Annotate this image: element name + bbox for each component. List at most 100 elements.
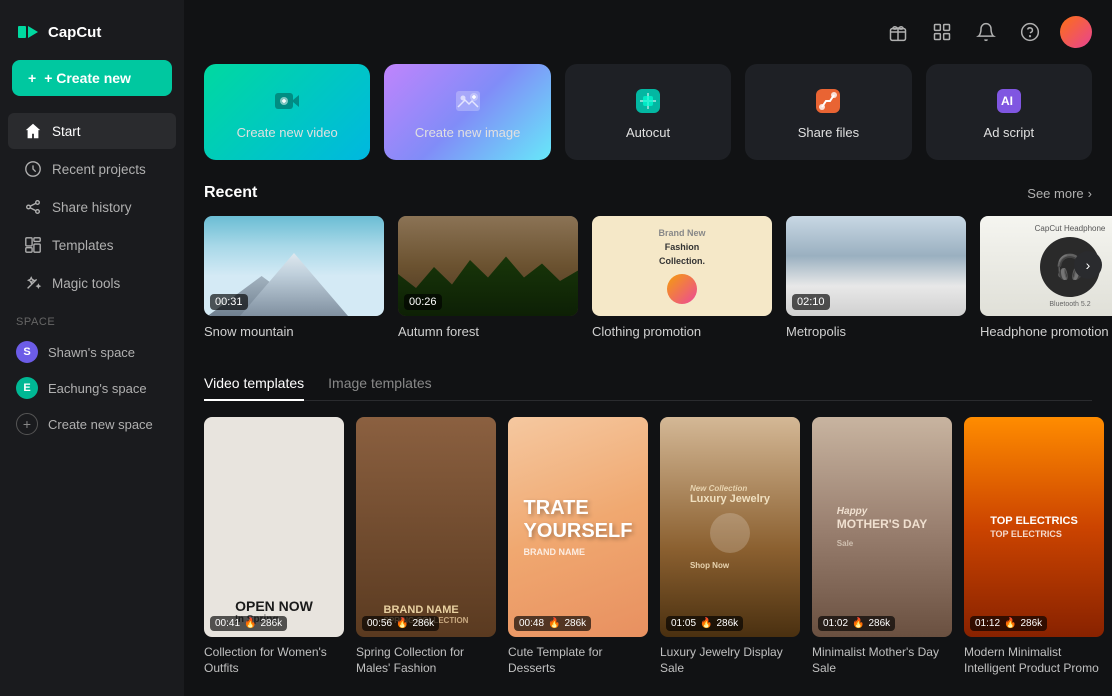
autocut-label: Autocut bbox=[626, 125, 670, 140]
ad-script-card[interactable]: AI Ad script bbox=[926, 64, 1092, 160]
tpl4-thumb: New Collection Luxury Jewelry Shop Now 0… bbox=[660, 417, 800, 637]
template-grid: OPEN NOW In Spring 00:41 🔥 286k Collecti… bbox=[204, 417, 1092, 676]
create-space-label: Create new space bbox=[48, 417, 153, 432]
sidebar-recent-label: Recent projects bbox=[52, 162, 146, 177]
tpl6-badge: 01:12 🔥 286k bbox=[970, 616, 1047, 631]
recent-item-autumn-forest[interactable]: 00:26 Autumn forest bbox=[398, 216, 578, 339]
recent-scroll-next[interactable]: › bbox=[1074, 251, 1102, 279]
template-icon bbox=[24, 236, 42, 254]
template-item-tpl2[interactable]: BRAND NAME SPRING COLLECTION 00:56 🔥 286… bbox=[356, 417, 496, 676]
shawn-space-label: Shawn's space bbox=[48, 345, 135, 360]
space-label: SPACE bbox=[0, 302, 184, 334]
recent-item-metropolis[interactable]: 02:10 Metropolis bbox=[786, 216, 966, 339]
autocut-icon bbox=[632, 85, 664, 117]
help-button[interactable] bbox=[1016, 18, 1044, 46]
sidebar-item-magic-tools[interactable]: Magic tools bbox=[8, 265, 176, 301]
tpl5-badge: 01:02 🔥 286k bbox=[818, 616, 895, 631]
share-files-icon bbox=[812, 85, 844, 117]
gift-button[interactable] bbox=[884, 18, 912, 46]
header-row bbox=[204, 16, 1092, 48]
fire-icon: 🔥 bbox=[852, 618, 864, 629]
snow-mountain-duration: 00:31 bbox=[210, 294, 248, 310]
recent-item-snow-mountain[interactable]: 00:31 Snow mountain bbox=[204, 216, 384, 339]
tpl1-badge: 00:41 🔥 286k bbox=[210, 616, 287, 631]
bell-button[interactable] bbox=[972, 18, 1000, 46]
template-item-tpl3[interactable]: TRATE YOURSELF BRAND NAME 00:48 🔥 286k C… bbox=[508, 417, 648, 676]
home-icon bbox=[24, 122, 42, 140]
fire-icon: 🔥 bbox=[396, 618, 408, 629]
template-item-tpl1[interactable]: OPEN NOW In Spring 00:41 🔥 286k Collecti… bbox=[204, 417, 344, 676]
eachung-space-label: Eachung's space bbox=[48, 381, 147, 396]
clock-icon bbox=[24, 160, 42, 178]
sidebar-item-recent-projects[interactable]: Recent projects bbox=[8, 151, 176, 187]
create-image-label: Create new image bbox=[415, 125, 521, 140]
create-video-card[interactable]: Create new video bbox=[204, 64, 370, 160]
metropolis-duration: 02:10 bbox=[792, 294, 830, 310]
user-avatar[interactable] bbox=[1060, 16, 1092, 48]
sidebar-item-share-history[interactable]: Share history bbox=[8, 189, 176, 225]
tpl6-thumb: TOP ELECTRICS TOP ELECTRICS 01:12 🔥 286k bbox=[964, 417, 1104, 637]
headphone-promo-label: Headphone promotion bbox=[980, 324, 1112, 339]
eachung-avatar: E bbox=[16, 377, 38, 399]
main-content: Create new video Create new image bbox=[184, 0, 1112, 696]
share-files-card[interactable]: Share files bbox=[745, 64, 911, 160]
create-space-plus-icon: + bbox=[16, 413, 38, 435]
bell-icon bbox=[976, 22, 996, 42]
tpl3-badge: 00:48 🔥 286k bbox=[514, 616, 591, 631]
tpl2-badge: 00:56 🔥 286k bbox=[362, 616, 439, 631]
fire-icon: 🔥 bbox=[548, 618, 560, 629]
autumn-forest-thumb: 00:26 bbox=[398, 216, 578, 316]
tpl1-thumb: OPEN NOW In Spring 00:41 🔥 286k bbox=[204, 417, 344, 637]
app-name: CapCut bbox=[48, 24, 101, 41]
sidebar-space-shawn[interactable]: S Shawn's space bbox=[0, 334, 184, 370]
recent-item-clothing-promo[interactable]: Brand New Fashion Collection. Clothing p… bbox=[592, 216, 772, 339]
clothing-promo-label: Clothing promotion bbox=[592, 324, 772, 339]
help-icon bbox=[1020, 22, 1040, 42]
sidebar-magic-label: Magic tools bbox=[52, 276, 120, 291]
grid-button[interactable] bbox=[928, 18, 956, 46]
recent-scroll: 00:31 Snow mountain 00:26 Autumn forest … bbox=[204, 216, 1092, 339]
create-new-space[interactable]: + Create new space bbox=[0, 406, 184, 442]
tpl6-label: Modern Minimalist Intelligent Product Pr… bbox=[964, 645, 1104, 676]
template-item-tpl6[interactable]: TOP ELECTRICS TOP ELECTRICS 01:12 🔥 286k… bbox=[964, 417, 1104, 676]
grid-icon bbox=[932, 22, 952, 42]
autumn-forest-label: Autumn forest bbox=[398, 324, 578, 339]
tpl3-label: Cute Template for Desserts bbox=[508, 645, 648, 676]
fire-icon: 🔥 bbox=[244, 618, 256, 629]
create-image-card[interactable]: Create new image bbox=[384, 64, 550, 160]
snow-mountain-thumb: 00:31 bbox=[204, 216, 384, 316]
recent-title: Recent bbox=[204, 184, 257, 202]
template-item-tpl4[interactable]: New Collection Luxury Jewelry Shop Now 0… bbox=[660, 417, 800, 676]
sidebar: CapCut + + Create new Start Recent proje… bbox=[0, 0, 184, 696]
tpl2-label: Spring Collection for Males' Fashion bbox=[356, 645, 496, 676]
tpl4-badge: 01:05 🔥 286k bbox=[666, 616, 743, 631]
template-tabs: Video templates Image templates bbox=[204, 367, 1092, 401]
fire-icon: 🔥 bbox=[700, 618, 712, 629]
snow-mountain-label: Snow mountain bbox=[204, 324, 384, 339]
template-item-tpl5[interactable]: Happy MOTHER'S DAY Sale 01:02 🔥 286k Min… bbox=[812, 417, 952, 676]
metropolis-label: Metropolis bbox=[786, 324, 966, 339]
sidebar-space-eachung[interactable]: E Eachung's space bbox=[0, 370, 184, 406]
action-cards: Create new video Create new image bbox=[204, 64, 1092, 160]
tpl2-thumb: BRAND NAME SPRING COLLECTION 00:56 🔥 286… bbox=[356, 417, 496, 637]
tpl5-label: Minimalist Mother's Day Sale bbox=[812, 645, 952, 676]
tab-image-templates[interactable]: Image templates bbox=[328, 367, 432, 401]
tab-video-templates[interactable]: Video templates bbox=[204, 367, 304, 401]
create-new-button[interactable]: + + Create new bbox=[12, 60, 172, 96]
share-files-label: Share files bbox=[798, 125, 859, 140]
autocut-card[interactable]: Autocut bbox=[565, 64, 731, 160]
create-plus-icon: + bbox=[28, 70, 36, 86]
video-plus-icon bbox=[271, 85, 303, 117]
sidebar-item-templates[interactable]: Templates bbox=[8, 227, 176, 263]
see-more-button[interactable]: See more › bbox=[1027, 186, 1092, 201]
gift-icon bbox=[888, 22, 908, 42]
sidebar-item-start[interactable]: Start bbox=[8, 113, 176, 149]
share-icon bbox=[24, 198, 42, 216]
autumn-forest-duration: 00:26 bbox=[404, 294, 442, 310]
app-logo: CapCut bbox=[0, 12, 184, 60]
svg-text:AI: AI bbox=[1001, 94, 1013, 108]
magic-icon bbox=[24, 274, 42, 292]
create-button-label: + Create new bbox=[44, 70, 131, 86]
tpl4-label: Luxury Jewelry Display Sale bbox=[660, 645, 800, 676]
image-plus-icon bbox=[452, 85, 484, 117]
